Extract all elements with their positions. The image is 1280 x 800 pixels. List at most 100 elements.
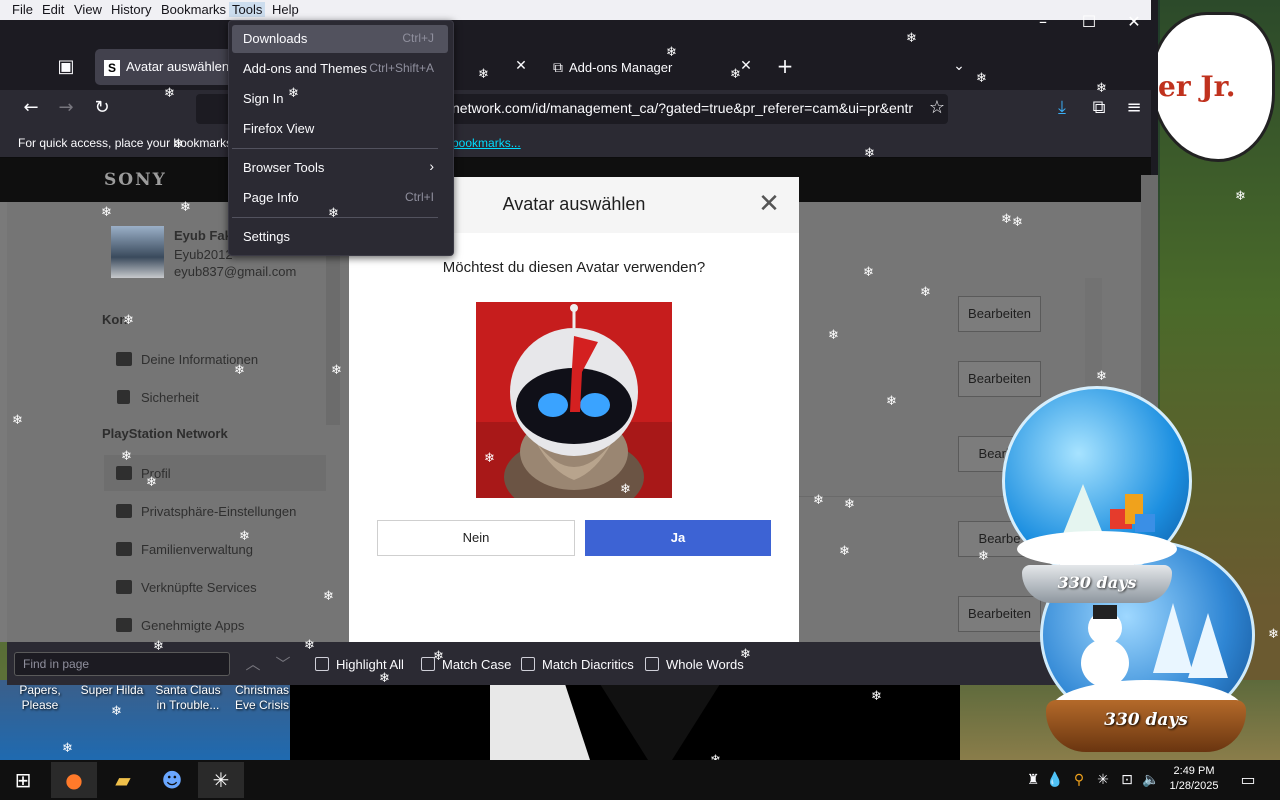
close-icon[interactable]: ✕ bbox=[755, 190, 783, 218]
snowflake-icon: ❄ bbox=[871, 689, 882, 704]
desktop-icon-super-hilda[interactable]: Super Hilda bbox=[72, 683, 152, 698]
tab-avatar[interactable]: SAvatar auswählen | bbox=[95, 49, 235, 110]
snowflake-icon: ❄ bbox=[121, 449, 132, 464]
sidebar-item-familienverwaltung[interactable]: Familienverwaltung bbox=[141, 542, 253, 557]
file-explorer-icon[interactable]: ▰ bbox=[100, 762, 146, 798]
snowflake-icon: ❄ bbox=[906, 31, 917, 46]
whole-words-checkbox[interactable] bbox=[645, 657, 659, 671]
bookmarks-link[interactable]: bookmarks... bbox=[452, 136, 521, 150]
linked-services-icon bbox=[116, 580, 132, 594]
tab-addons[interactable]: ⧉ Add-ons Manager bbox=[545, 49, 745, 85]
snowflake-icon: ❄ bbox=[153, 639, 164, 654]
menu-item-settings[interactable]: Settings bbox=[232, 223, 448, 251]
app-people-icon[interactable]: ☻ bbox=[149, 762, 195, 798]
snowflake-icon: ❄ bbox=[1096, 369, 1107, 384]
windows-start-icon[interactable]: ⊞ bbox=[0, 762, 46, 798]
menu-separator bbox=[232, 148, 438, 149]
match-diacritics-label[interactable]: Match Diacritics bbox=[542, 657, 634, 672]
notification-icon[interactable]: ▭ bbox=[1236, 768, 1260, 792]
snowflake-icon: ❄ bbox=[331, 363, 342, 378]
sidebar-item-profil-selected[interactable] bbox=[104, 455, 326, 491]
snowflake-icon: ❄ bbox=[666, 45, 677, 60]
close-tab-icon[interactable]: ✕ bbox=[509, 54, 533, 78]
find-previous-icon[interactable]: ︿ bbox=[241, 652, 265, 676]
sidebar-item-verknuepfte-services[interactable]: Verknüpfte Services bbox=[141, 580, 257, 595]
edit-button[interactable]: Bearbeiten bbox=[958, 296, 1041, 332]
menu-view[interactable]: View bbox=[74, 2, 102, 17]
chevron-down-icon[interactable]: ⌄ bbox=[947, 54, 971, 78]
highlight-all-checkbox[interactable] bbox=[315, 657, 329, 671]
app-menu-icon[interactable]: ≡ bbox=[1122, 96, 1146, 120]
find-input[interactable]: Find in page bbox=[14, 652, 230, 676]
snowflake-icon: ❄ bbox=[180, 200, 191, 215]
back-icon[interactable]: ← bbox=[19, 96, 43, 120]
menu-history[interactable]: History bbox=[111, 2, 151, 17]
network-icon[interactable]: ⊡ bbox=[1115, 768, 1139, 792]
volume-icon[interactable]: 🔈 bbox=[1139, 768, 1163, 792]
minimize-icon[interactable]: – bbox=[1028, 8, 1058, 36]
globe-days-label: 330 days bbox=[1104, 710, 1188, 730]
globe-days-label: 330 days bbox=[1057, 573, 1137, 592]
firefox-icon[interactable]: ● bbox=[51, 762, 97, 798]
yes-button[interactable]: Ja bbox=[585, 520, 771, 556]
extensions-icon[interactable]: ⧉ bbox=[1087, 96, 1111, 120]
chevron-right-icon: › bbox=[429, 158, 434, 174]
family-icon bbox=[116, 542, 132, 556]
desktop-icon-papers-please[interactable]: Papers, Please bbox=[0, 683, 80, 713]
lock-icon bbox=[117, 390, 130, 404]
snowflake-icon: ❄ bbox=[173, 137, 184, 152]
match-diacritics-checkbox[interactable] bbox=[521, 657, 535, 671]
snowflake-icon: ❄ bbox=[1012, 215, 1023, 230]
clock[interactable]: 2:49 PM 1/28/2025 bbox=[1163, 764, 1225, 794]
menu-item-addons[interactable]: Add-ons and Themes Ctrl+Shift+A bbox=[232, 55, 448, 83]
snowflake-icon: ❄ bbox=[978, 549, 989, 564]
menu-tools[interactable]: Tools bbox=[229, 2, 266, 17]
menu-item-browser-tools[interactable]: Browser Tools › bbox=[232, 154, 448, 182]
match-case-label[interactable]: Match Case bbox=[442, 657, 511, 672]
menu-item-page-info[interactable]: Page Info Ctrl+I bbox=[232, 184, 448, 212]
reload-icon[interactable]: ↻ bbox=[90, 96, 114, 120]
sidebar-item-privatsphaere[interactable]: Privatsphäre-Einstellungen bbox=[141, 504, 296, 519]
snowflake-icon: ❄ bbox=[12, 413, 23, 428]
snowflake-icon: ❄ bbox=[111, 704, 122, 719]
sidebar-item-sicherheit[interactable]: Sicherheit bbox=[141, 390, 199, 405]
sidebar-item-genehmigte-apps[interactable]: Genehmigte Apps bbox=[141, 618, 244, 633]
menu-item-downloads[interactable]: Downloads Ctrl+J bbox=[232, 25, 448, 53]
find-next-icon[interactable]: ﹀ bbox=[271, 652, 295, 676]
snowflake-icon: ❄ bbox=[1235, 189, 1246, 204]
tab-list-icon[interactable]: ▣ bbox=[54, 55, 78, 79]
avatar bbox=[111, 226, 164, 278]
tray-app-icon[interactable]: ♜ bbox=[1021, 768, 1045, 792]
tray-drop-icon[interactable]: 💧 bbox=[1043, 768, 1067, 792]
sony-logo: SONY bbox=[104, 170, 167, 190]
menu-file[interactable]: File bbox=[12, 2, 33, 17]
bookmark-star-icon[interactable]: ☆ bbox=[925, 96, 949, 120]
menu-item-firefox-view[interactable]: Firefox View bbox=[232, 115, 448, 143]
profile-icon bbox=[116, 466, 132, 480]
snowflake-icon: ❄ bbox=[164, 86, 175, 101]
tray-snowflake-icon[interactable]: ✳ bbox=[1091, 768, 1115, 792]
app-star-icon[interactable]: ✳ bbox=[198, 762, 244, 798]
highlight-all-label[interactable]: Highlight All bbox=[336, 657, 404, 672]
snowflake-icon: ❄ bbox=[478, 67, 489, 82]
new-tab-icon[interactable]: + bbox=[773, 54, 797, 78]
url-text[interactable]: network.com/id/management_ca/?gated=true… bbox=[452, 100, 922, 116]
edit-button[interactable]: Bearbeiten bbox=[958, 596, 1041, 632]
snowflake-icon: ❄ bbox=[123, 313, 134, 328]
maximize-icon[interactable]: ☐ bbox=[1074, 8, 1104, 36]
menu-item-sign-in[interactable]: Sign In bbox=[232, 85, 448, 113]
desktop-icon-santa-claus[interactable]: Santa Claus in Trouble... bbox=[148, 683, 228, 713]
tray-search-icon[interactable]: ⚲ bbox=[1067, 768, 1091, 792]
user-id: Eyub2012 bbox=[174, 247, 233, 262]
download-icon[interactable]: ⤓ bbox=[1050, 96, 1074, 120]
desktop-icon-christmas-eve[interactable]: Christmas Eve Crisis bbox=[222, 683, 302, 713]
menu-bookmarks[interactable]: Bookmarks bbox=[161, 2, 226, 17]
menu-edit[interactable]: Edit bbox=[42, 2, 64, 17]
snowflake-icon: ❄ bbox=[813, 493, 824, 508]
forward-icon[interactable]: → bbox=[54, 96, 78, 120]
whole-words-label[interactable]: Whole Words bbox=[666, 657, 744, 672]
no-button[interactable]: Nein bbox=[377, 520, 575, 556]
snowflake-icon: ❄ bbox=[101, 205, 112, 220]
menu-help[interactable]: Help bbox=[272, 2, 299, 17]
close-window-icon[interactable]: ✕ bbox=[1119, 8, 1149, 36]
